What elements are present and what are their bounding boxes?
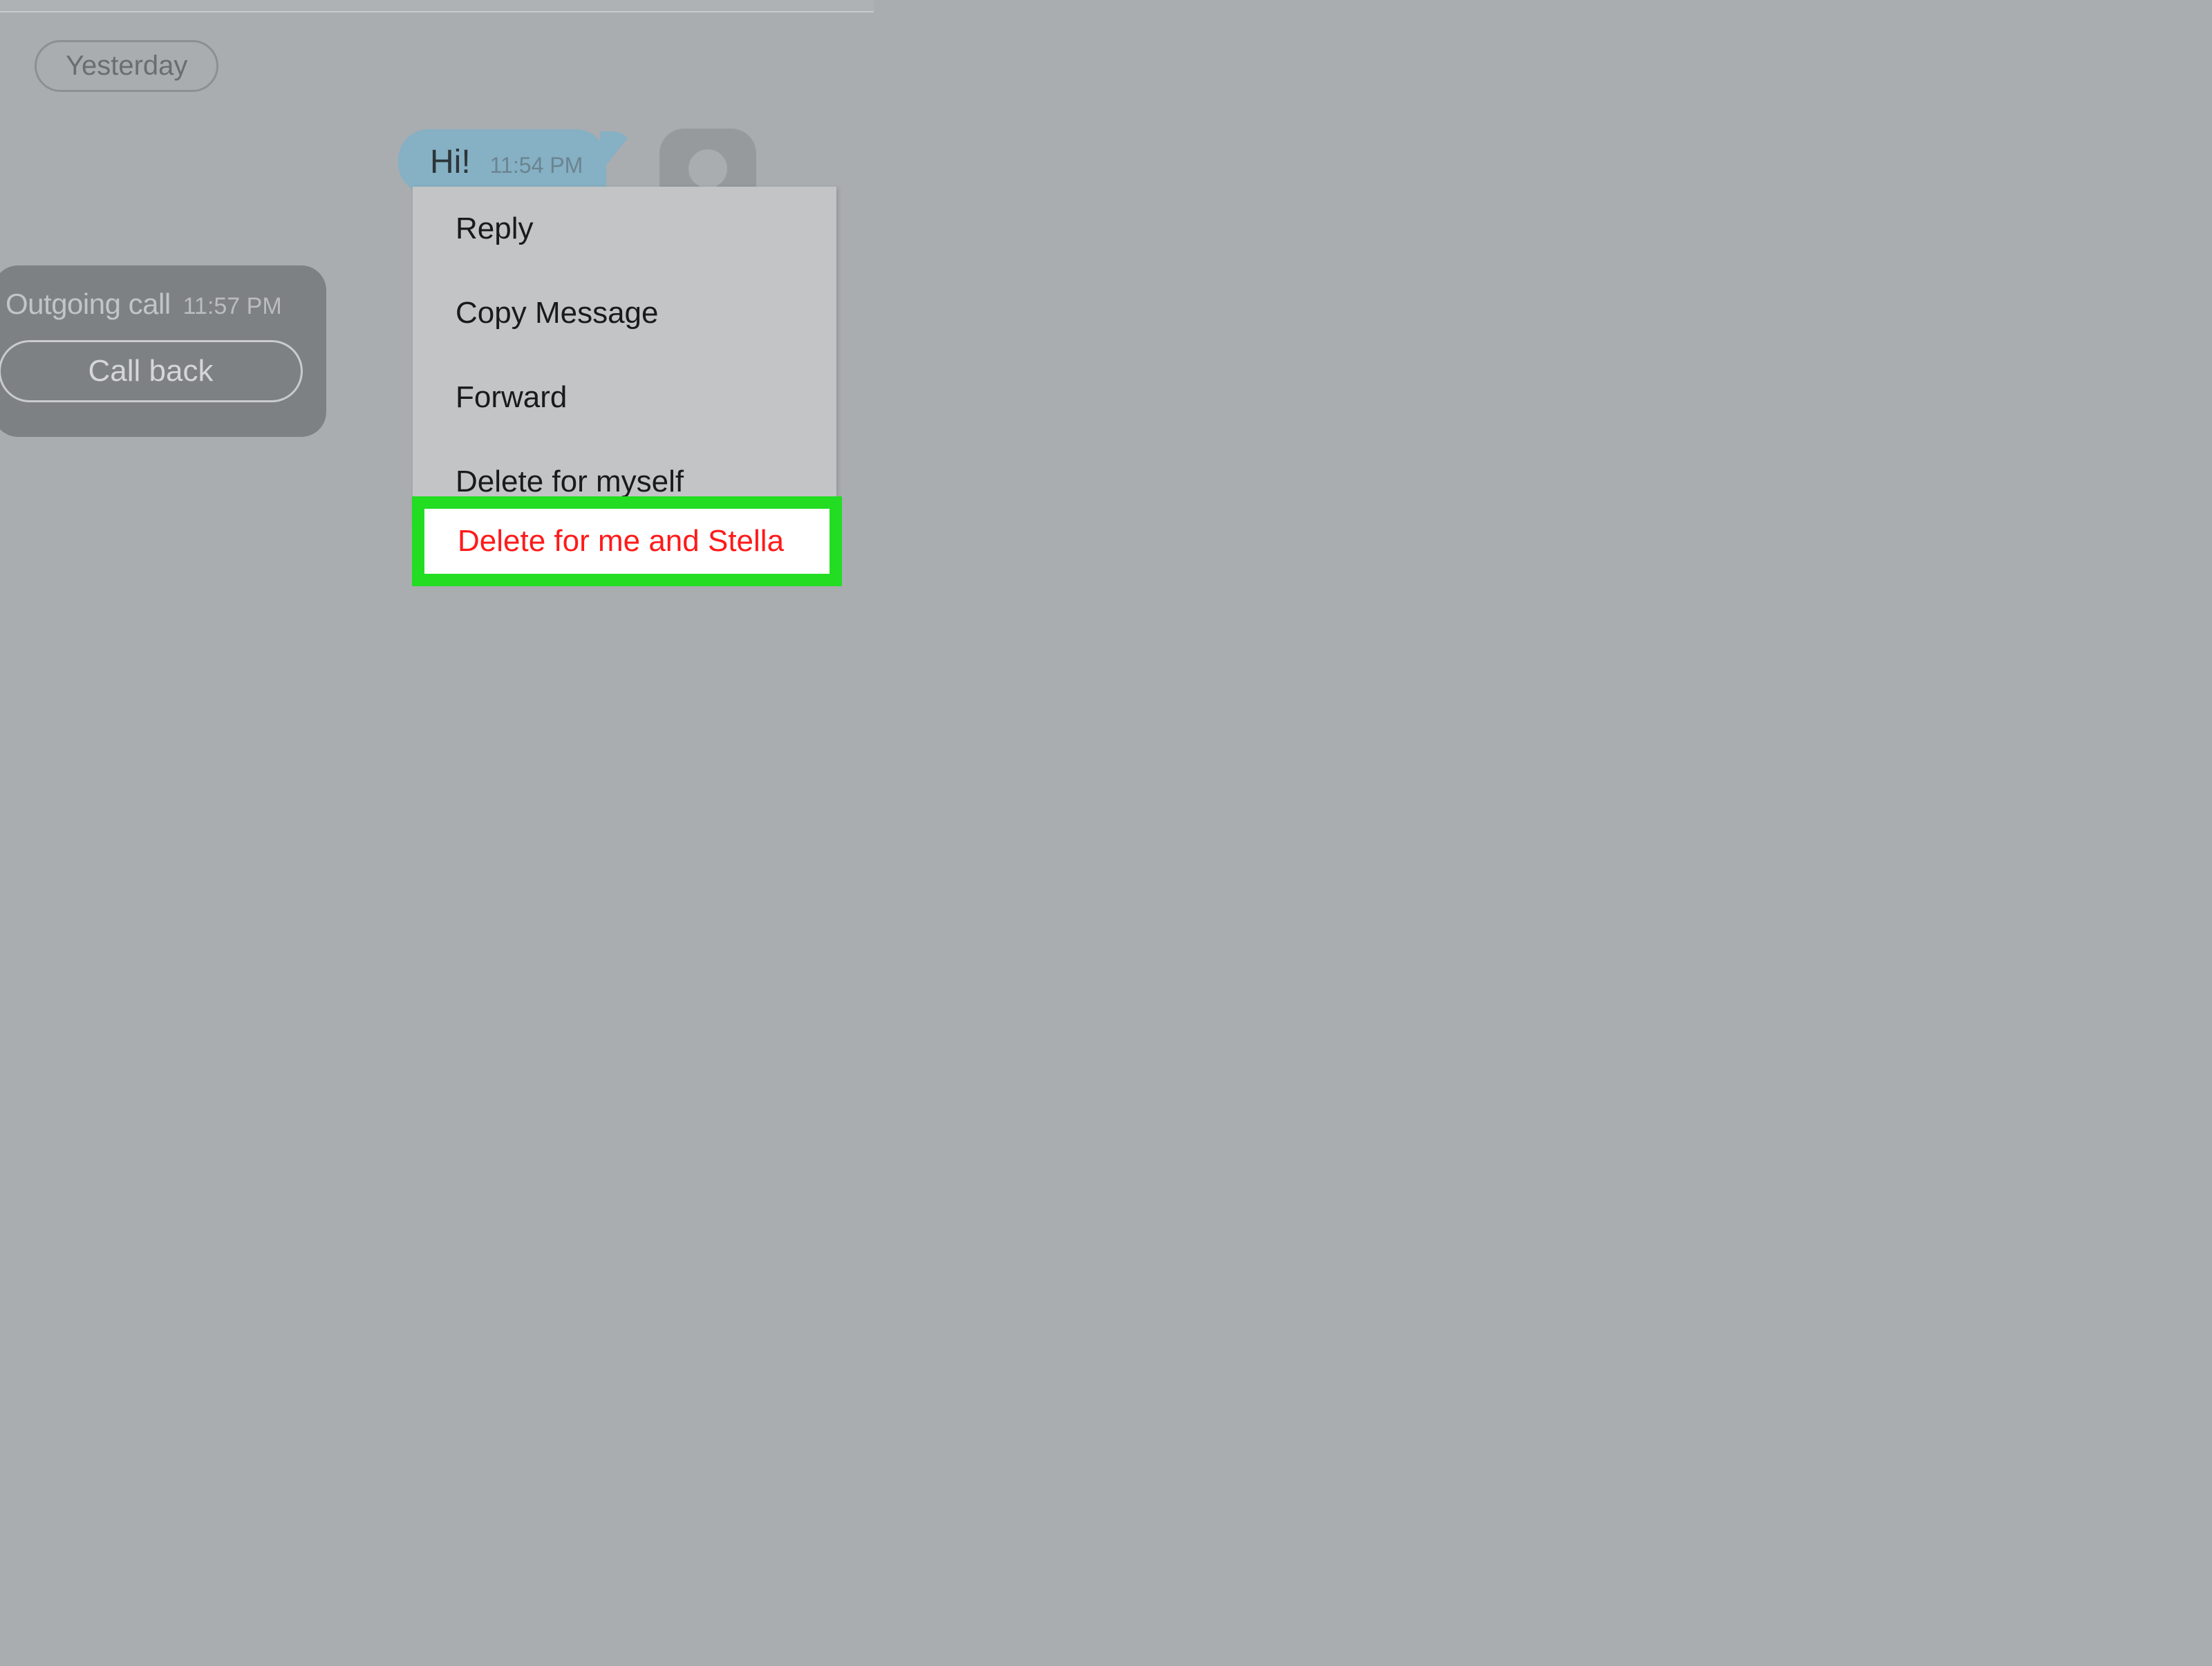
sent-message-bubble[interactable]: Hi! 11:54 PM xyxy=(398,129,606,194)
delete-for-both-label: Delete for me and Stella xyxy=(458,524,784,559)
menu-item-reply[interactable]: Reply xyxy=(413,187,836,271)
window-top-bar xyxy=(0,0,874,12)
menu-item-copy-message[interactable]: Copy Message xyxy=(413,271,836,355)
highlighted-menu-item-delete-for-both[interactable]: Delete for me and Stella xyxy=(412,496,842,586)
message-text: Hi! xyxy=(430,143,471,181)
date-separator-badge: Yesterday xyxy=(35,40,218,92)
message-timestamp: 11:54 PM xyxy=(490,153,583,178)
call-timestamp: 11:57 PM xyxy=(183,293,282,320)
call-back-button[interactable]: Call back xyxy=(0,340,303,402)
call-type-label: Outgoing call xyxy=(6,288,171,321)
call-event-card: Outgoing call 11:57 PM Call back xyxy=(0,265,326,437)
menu-item-forward[interactable]: Forward xyxy=(413,355,836,440)
message-context-menu: Reply Copy Message Forward Delete for my… xyxy=(413,187,836,524)
